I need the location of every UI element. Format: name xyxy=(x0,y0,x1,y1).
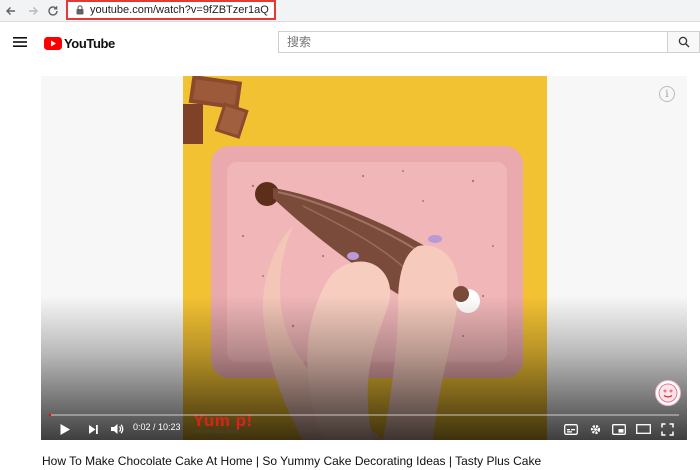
reload-icon xyxy=(48,6,58,16)
skip-next-icon xyxy=(88,424,98,434)
miniplayer-icon xyxy=(612,423,626,435)
theater-mode-icon xyxy=(635,424,651,434)
arrow-left-icon xyxy=(6,7,15,15)
info-icon: i xyxy=(665,88,669,100)
progress-bar[interactable] xyxy=(49,414,679,416)
play-icon xyxy=(60,423,70,435)
logo-text: YouTube xyxy=(64,35,115,51)
subtitles-button[interactable] xyxy=(561,420,581,438)
settings-button[interactable] xyxy=(585,420,605,438)
youtube-header: YouTube xyxy=(0,22,700,62)
video-title: How To Make Chocolate Cake At Home | So … xyxy=(42,454,542,468)
miniplayer-button[interactable] xyxy=(609,420,629,438)
search-button[interactable] xyxy=(668,31,700,53)
reload-button[interactable] xyxy=(44,2,62,20)
next-button[interactable] xyxy=(83,420,103,438)
gear-icon xyxy=(590,424,600,434)
time-display: 0:02 / 10:23 xyxy=(133,422,181,432)
arrow-right-icon xyxy=(29,7,38,15)
video-player[interactable]: i Yum p! Into the Tasty World 0:02 / 10:… xyxy=(41,76,687,440)
hamburger-menu-icon xyxy=(13,37,27,47)
fullscreen-icon xyxy=(660,422,674,436)
lock-icon xyxy=(76,5,84,15)
address-bar[interactable]: youtube.com/watch?v=9fZBTzer1aQ xyxy=(66,0,276,20)
forward-button[interactable] xyxy=(24,2,42,20)
channel-watermark[interactable] xyxy=(655,380,681,406)
play-logo-icon xyxy=(44,36,62,50)
search-icon xyxy=(678,36,689,48)
url-text: youtube.com/watch?v=9fZBTzer1aQ xyxy=(90,4,269,16)
progress-fill xyxy=(49,414,51,416)
menu-button[interactable] xyxy=(12,34,28,50)
info-button[interactable]: i xyxy=(659,86,675,102)
theater-mode-button[interactable] xyxy=(633,420,653,438)
youtube-logo[interactable]: YouTube xyxy=(44,34,115,52)
volume-button[interactable] xyxy=(107,420,127,438)
play-button[interactable] xyxy=(55,420,75,438)
subtitles-icon xyxy=(564,423,578,435)
back-button[interactable] xyxy=(2,2,20,20)
fullscreen-button[interactable] xyxy=(657,420,677,438)
channel-logo-icon xyxy=(658,383,678,403)
search-input[interactable] xyxy=(278,31,668,53)
browser-toolbar: youtube.com/watch?v=9fZBTzer1aQ xyxy=(0,0,700,22)
volume-icon xyxy=(111,424,124,434)
player-controls: 0:02 / 10:23 xyxy=(41,418,687,440)
